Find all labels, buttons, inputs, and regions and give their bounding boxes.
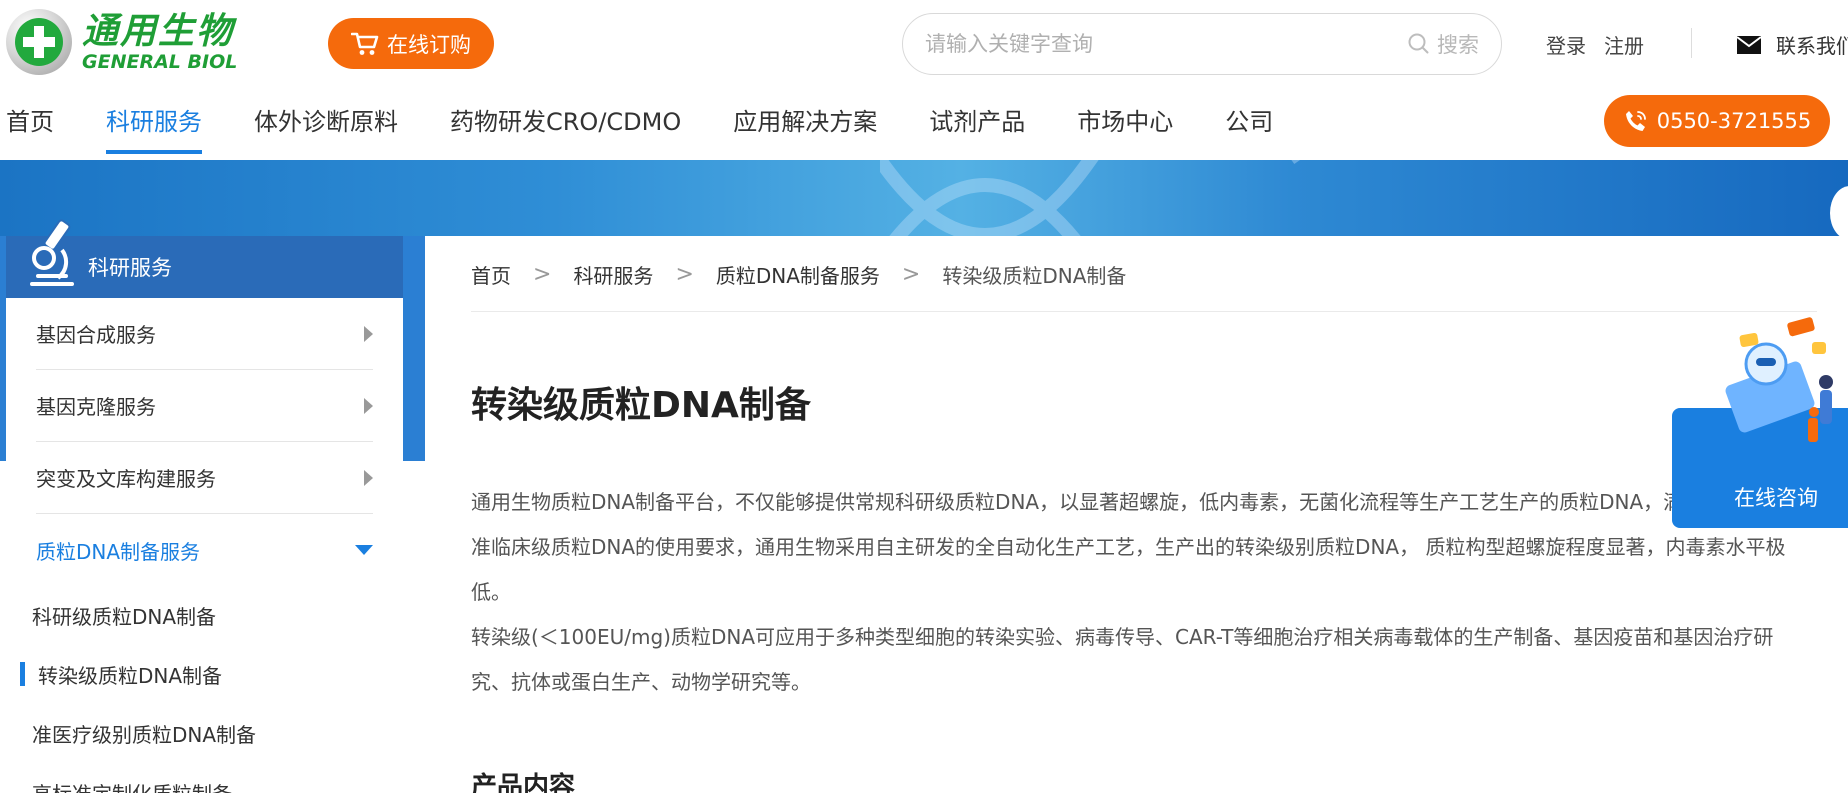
logo-cross-icon <box>6 9 72 75</box>
page-banner <box>0 160 1848 236</box>
sidebar-item-gene-cloning[interactable]: 基因克隆服务 <box>36 370 373 442</box>
online-order-button[interactable]: 在线订购 <box>328 18 494 69</box>
sidebar-title: 科研服务 <box>88 256 172 280</box>
mail-icon <box>1736 35 1762 54</box>
description-paragraph-2: 转染级(＜100EU/mg)质粒DNA可应用于多种类型细胞的转染实验、病毒传导、… <box>471 625 1774 694</box>
sidebar-submenu: 科研级质粒DNA制备 转染级质粒DNA制备 准医疗级别质粒DNA制备 高标准定制… <box>6 586 403 793</box>
header-divider <box>1691 28 1692 58</box>
sidebar-header: 科研服务 <box>6 219 403 298</box>
breadcrumb: 首页 > 科研服务 > 质粒DNA制备服务 > 转染级质粒DNA制备 <box>471 260 1126 289</box>
section-title-product-content: 产品内容 <box>471 772 576 793</box>
nav-item-cro[interactable]: 药物研发CRO/CDMO <box>450 98 681 158</box>
nav-item-home[interactable]: 首页 <box>6 98 54 158</box>
page-title: 转染级质粒DNA制备 <box>471 385 811 426</box>
breadcrumb-current: 转染级质粒DNA制备 <box>942 264 1127 288</box>
breadcrumb-separator: > <box>675 262 694 287</box>
customer-service-illustration <box>1725 317 1833 442</box>
nav-item-company[interactable]: 公司 <box>1225 98 1273 158</box>
main-nav: 首页 科研服务 体外诊断原料 药物研发CRO/CDMO 应用解决方案 试剂产品 … <box>0 98 1325 158</box>
auth-links: 登录 注册 <box>1546 30 1644 59</box>
phone-button[interactable]: 0550-3721555 <box>1604 95 1830 147</box>
logo-en-text: GENERAL BIOL <box>82 51 238 73</box>
sidebar-item-plasmid-dna[interactable]: 质粒DNA制备服务 <box>36 514 373 586</box>
search-icon <box>1408 33 1429 54</box>
cart-icon <box>350 31 379 57</box>
sidebar-subitem-quasi-medical-grade[interactable]: 准医疗级别质粒DNA制备 <box>6 704 403 763</box>
nav-item-reagents[interactable]: 试剂产品 <box>929 98 1025 158</box>
chevron-right-icon <box>364 325 373 342</box>
description: 通用生物质粒DNA制备平台，不仅能够提供常规科研级质粒DNA，以显著超螺旋，低内… <box>471 480 1811 705</box>
online-order-label: 在线订购 <box>387 32 471 57</box>
microscope-icon <box>30 219 74 286</box>
sidebar-list: 基因合成服务 基因克隆服务 突变及文库构建服务 质粒DNA制备服务 <box>6 298 403 586</box>
search-button[interactable]: 搜索 <box>1407 29 1479 59</box>
chevron-right-icon <box>364 397 373 414</box>
sidebar-item-label: 质粒DNA制备服务 <box>36 539 201 564</box>
phone-icon <box>1625 111 1646 131</box>
breadcrumb-research[interactable]: 科研服务 <box>573 260 653 289</box>
contact-link[interactable]: 联系我们 <box>1736 30 1848 59</box>
sidebar-item-mutation-library[interactable]: 突变及文库构建服务 <box>36 442 373 514</box>
register-link[interactable]: 注册 <box>1604 30 1644 59</box>
nav-item-ivd[interactable]: 体外诊断原料 <box>254 98 398 158</box>
search-bar: 搜索 <box>902 13 1502 75</box>
sidebar-item-label: 突变及文库构建服务 <box>36 467 216 491</box>
breadcrumb-divider <box>471 311 1817 312</box>
main-content: 首页 > 科研服务 > 质粒DNA制备服务 > 转染级质粒DNA制备 转染级质粒… <box>425 236 1848 793</box>
nav-item-solutions[interactable]: 应用解决方案 <box>733 98 877 158</box>
sidebar-subitem-custom-high-standard[interactable]: 高标准定制化质粒制备 <box>6 763 403 793</box>
sidebar-subitem-transfection-grade[interactable]: 转染级质粒DNA制备 <box>6 645 403 704</box>
chevron-down-icon <box>355 545 373 555</box>
logo-cn-text: 通用生物 <box>82 11 235 52</box>
sidebar-item-gene-synthesis[interactable]: 基因合成服务 <box>36 298 373 370</box>
dna-helix-decoration <box>880 160 1300 236</box>
description-paragraph-1: 通用生物质粒DNA制备平台，不仅能够提供常规科研级质粒DNA，以显著超螺旋，低内… <box>471 490 1804 604</box>
nav-item-market[interactable]: 市场中心 <box>1077 98 1173 158</box>
chevron-right-icon <box>364 469 373 486</box>
sidebar-item-label: 基因克隆服务 <box>36 395 156 419</box>
breadcrumb-plasmid-service[interactable]: 质粒DNA制备服务 <box>716 260 880 289</box>
search-input[interactable] <box>925 32 1407 56</box>
site-header: 通用生物 GENERAL BIOL 在线订购 搜索 登录 注册 联系我们 <box>0 0 1848 160</box>
nav-item-research[interactable]: 科研服务 <box>106 98 202 158</box>
breadcrumb-separator: > <box>533 262 552 287</box>
phone-number: 0550-3721555 <box>1656 109 1812 133</box>
breadcrumb-separator: > <box>901 262 921 287</box>
online-consult-label: 在线咨询 <box>1734 486 1818 510</box>
sidebar-subitem-research-grade[interactable]: 科研级质粒DNA制备 <box>6 586 403 645</box>
sidebar: 科研服务 基因合成服务 基因克隆服务 突变及文库构建服务 质粒DNA制备服务 科… <box>6 219 403 793</box>
page: { "header": { "logo_cn": "通用生物", "logo_e… <box>0 0 1848 793</box>
logo[interactable]: 通用生物 GENERAL BIOL <box>6 9 238 75</box>
login-link[interactable]: 登录 <box>1546 30 1586 59</box>
breadcrumb-home[interactable]: 首页 <box>471 260 511 289</box>
search-button-label: 搜索 <box>1437 33 1479 57</box>
contact-label: 联系我们 <box>1776 34 1848 58</box>
sidebar-item-label: 基因合成服务 <box>36 323 156 347</box>
